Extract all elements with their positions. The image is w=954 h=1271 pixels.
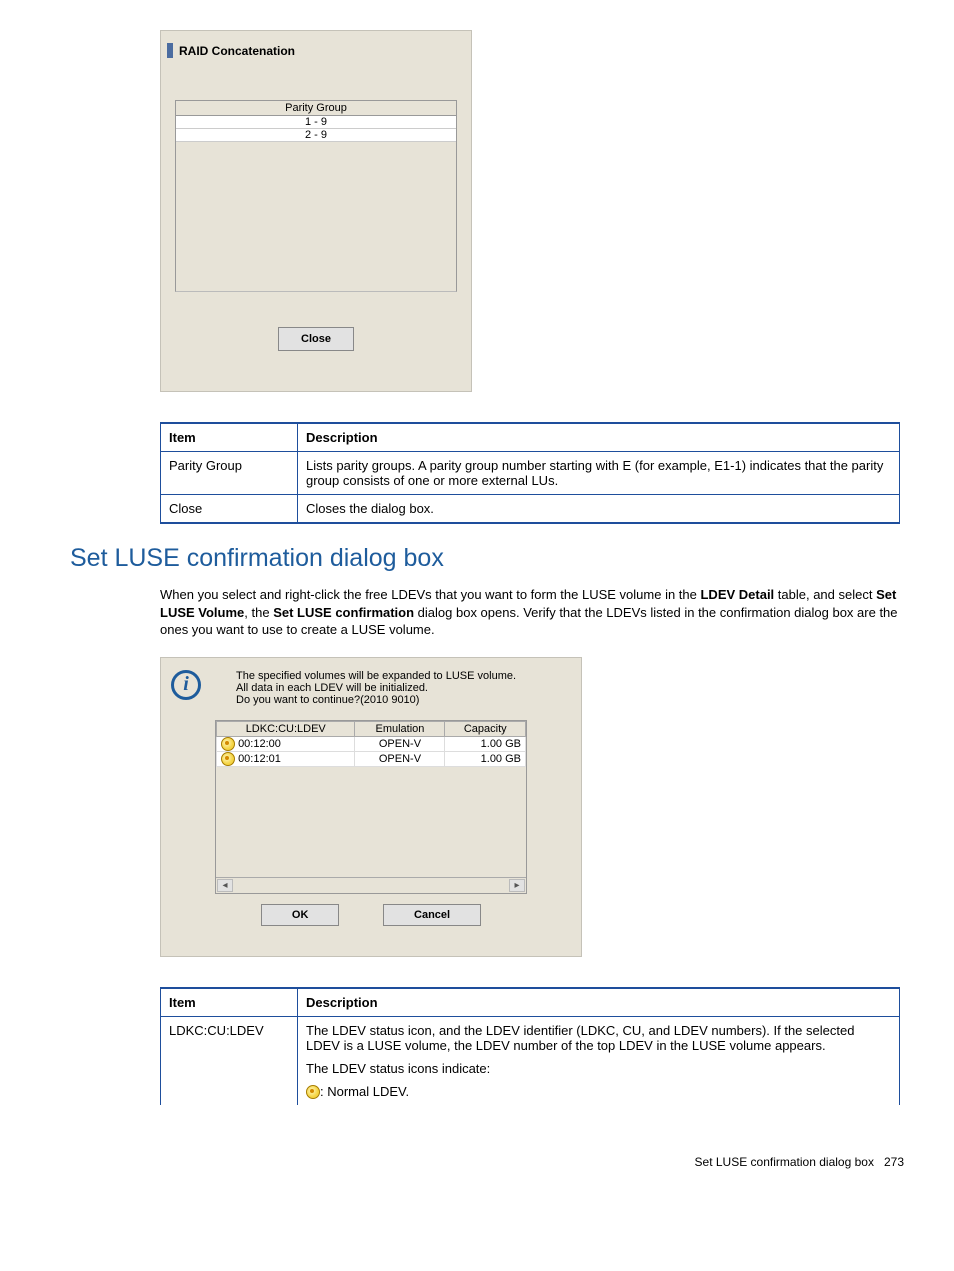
table-row[interactable]: 00:12:01 OPEN-V 1.00 GB	[217, 751, 526, 766]
page-footer: Set LUSE confirmation dialog box 273	[50, 1155, 904, 1169]
table-row[interactable]: 00:12:00 OPEN-V 1.00 GB	[217, 736, 526, 751]
parity-row[interactable]: 2 - 9	[176, 129, 456, 142]
luse-confirmation-dialog: i The specified volumes will be expanded…	[160, 657, 582, 957]
table-empty-area	[216, 767, 526, 877]
col-emulation[interactable]: Emulation	[355, 721, 445, 736]
table-row: Close Closes the dialog box.	[161, 495, 900, 524]
ldev-table: LDKC:CU:LDEV Emulation Capacity 00:12:00…	[216, 721, 526, 767]
ldev-table-container: LDKC:CU:LDEV Emulation Capacity 00:12:00…	[215, 720, 527, 894]
luse-description-table: Item Description LDKC:CU:LDEV The LDEV s…	[160, 987, 900, 1106]
ldev-status-icon	[221, 752, 235, 766]
dialog-title-row: RAID Concatenation	[161, 41, 471, 60]
table-row: LDKC:CU:LDEV The LDEV status icon, and t…	[161, 1016, 900, 1105]
raid-concatenation-dialog: RAID Concatenation Parity Group 1 - 9 2 …	[160, 30, 472, 392]
col-item: Item	[161, 988, 298, 1017]
scroll-left-icon[interactable]: ◂	[217, 879, 233, 892]
col-item: Item	[161, 423, 298, 452]
scroll-right-icon[interactable]: ▸	[509, 879, 525, 892]
parity-row[interactable]: 1 - 9	[176, 116, 456, 129]
col-description: Description	[298, 423, 900, 452]
parity-group-table: Parity Group 1 - 9 2 - 9	[175, 100, 457, 292]
cancel-button[interactable]: Cancel	[383, 904, 481, 926]
parity-table-header: Parity Group	[176, 101, 456, 116]
title-bar-accent	[167, 43, 173, 58]
section-heading: Set LUSE confirmation dialog box	[70, 544, 904, 573]
col-capacity[interactable]: Capacity	[445, 721, 526, 736]
table-row: Parity Group Lists parity groups. A pari…	[161, 452, 900, 495]
section-body: When you select and right-click the free…	[160, 586, 900, 639]
col-ldkc[interactable]: LDKC:CU:LDEV	[217, 721, 355, 736]
raid-description-table: Item Description Parity Group Lists pari…	[160, 422, 900, 524]
col-description: Description	[298, 988, 900, 1017]
ldev-status-icon	[221, 737, 235, 751]
ldev-status-normal-icon	[306, 1085, 320, 1099]
ok-button[interactable]: OK	[261, 904, 340, 926]
horizontal-scrollbar[interactable]: ◂ ▸	[216, 877, 526, 893]
dialog-message: The specified volumes will be expanded t…	[236, 670, 516, 706]
info-icon: i	[171, 670, 201, 700]
dialog-title: RAID Concatenation	[179, 44, 295, 58]
close-button[interactable]: Close	[278, 327, 354, 351]
